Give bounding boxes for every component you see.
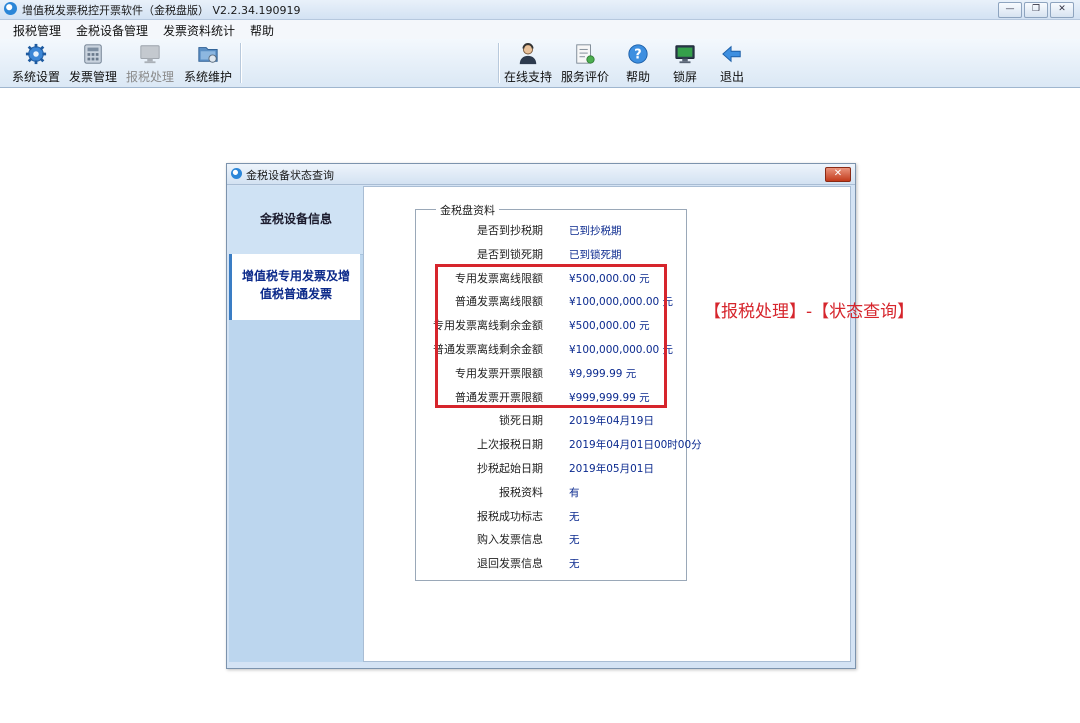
exit-arrow-icon (722, 45, 741, 63)
tax-processing-label: 报税处理 (125, 70, 174, 84)
tax-processing-button[interactable]: 报税处理 (122, 40, 178, 86)
info-row-label: 是否到锁死期 (477, 247, 543, 261)
info-row-value: 2019年04月19日 (569, 415, 654, 428)
support-person-icon (519, 43, 537, 65)
info-row-value: 有 (569, 486, 580, 499)
maintenance-folder-icon (198, 47, 218, 63)
device-status-dialog: 金税设备状态查询 ✕ 金税设备信息 增值税专用发票及增 值税普通发票 金税盘资料… (226, 163, 856, 669)
annotation-text: 【报税处理】-【状态查询】 (704, 302, 915, 322)
dialog-title: 金税设备状态查询 (246, 169, 334, 182)
info-row-label: 购入发票信息 (477, 533, 543, 547)
minimize-button[interactable]: — (998, 2, 1022, 18)
info-row-value: 2019年05月01日 (569, 463, 654, 475)
exit-button[interactable]: 退出 (704, 40, 760, 86)
system-settings-label: 系统设置 (11, 70, 60, 84)
close-window-button[interactable]: ✕ (1050, 2, 1074, 18)
invoice-management-button[interactable]: 发票管理 (65, 40, 121, 86)
nav-device-info[interactable]: 金税设备信息 (229, 186, 363, 255)
info-row-value: 已到锁死期 (569, 248, 622, 261)
window-title: 增值税发票税控开票软件（金税盘版） V2.2.34.190919 (22, 4, 301, 17)
exit-label: 退出 (719, 70, 744, 84)
info-row-value: 无 (569, 510, 580, 523)
toolbar: 系统设置 发票管理 报税处理 系统维护 在线支持 服务评价 ? 帮助 锁屏 退出 (0, 39, 1080, 88)
info-row-label: 上次报税日期 (477, 438, 543, 452)
menu-device-management[interactable]: 金税设备管理 (76, 22, 148, 39)
info-row-label: 报税成功标志 (477, 509, 543, 523)
info-row-label: 抄税起始日期 (477, 462, 543, 475)
help-question-icon: ? (628, 44, 648, 64)
menu-tax-management[interactable]: 报税管理 (13, 22, 61, 39)
info-row-value: 2019年04月01日00时00分 (569, 439, 702, 452)
toolbar-divider (240, 43, 242, 83)
online-support-button[interactable]: 在线支持 (500, 40, 556, 86)
app-logo-icon (4, 2, 17, 15)
dialog-title-bar: 金税设备状态查询 ✕ (227, 164, 855, 185)
svg-text:?: ? (634, 48, 641, 63)
menu-invoice-statistics[interactable]: 发票资料统计 (163, 22, 235, 39)
restore-button[interactable]: ❐ (1024, 2, 1048, 18)
info-row-value: 已到抄税期 (569, 225, 622, 237)
document-rating-icon (576, 44, 595, 64)
dialog-content-panel: 金税盘资料 是否到抄税期 已到抄税期 是否到锁死期 已到锁死期 专用发票离线限额 ¥500… (363, 186, 851, 662)
nav-vat-label-line2: 值税普通发票 (259, 287, 332, 301)
system-settings-button[interactable]: 系统设置 (8, 40, 64, 86)
menu-bar: 报税管理 金税设备管理 发票资料统计 帮助 (0, 20, 1080, 39)
dialog-side-nav: 金税设备信息 增值税专用发票及增 值税普通发票 (229, 186, 363, 662)
online-support-label: 在线支持 (503, 70, 552, 84)
info-row-label: 锁死日期 (499, 414, 543, 428)
info-row-label: 是否到抄税期 (477, 224, 543, 237)
dialog-close-button[interactable]: ✕ (825, 167, 851, 182)
nav-vat-label-line1: 增值税专用发票及增 (241, 269, 350, 283)
info-row-label: 退回发票信息 (477, 557, 543, 571)
invoice-calculator-icon (84, 44, 102, 64)
info-row-label: 报税资料 (499, 485, 543, 499)
window-title-bar: 增值税发票税控开票软件（金税盘版） V2.2.34.190919 — ❐ ✕ (0, 0, 1080, 20)
limits-highlight-box (435, 264, 667, 408)
service-rating-button[interactable]: 服务评价 (557, 40, 613, 86)
info-row-value: 无 (569, 558, 580, 571)
dialog-app-icon (231, 168, 242, 179)
system-maintenance-button[interactable]: 系统维护 (180, 40, 236, 86)
group-title: 金税盘资料 (436, 202, 499, 218)
invoice-management-label: 发票管理 (68, 70, 117, 84)
monitor-icon (140, 45, 160, 64)
lock-screen-icon (675, 45, 695, 64)
system-maintenance-label: 系统维护 (183, 70, 232, 84)
nav-vat-invoices[interactable]: 增值税专用发票及增 值税普通发票 (229, 254, 360, 320)
menu-help[interactable]: 帮助 (250, 22, 274, 39)
gear-icon (25, 43, 47, 65)
info-row-value: 无 (569, 534, 580, 547)
